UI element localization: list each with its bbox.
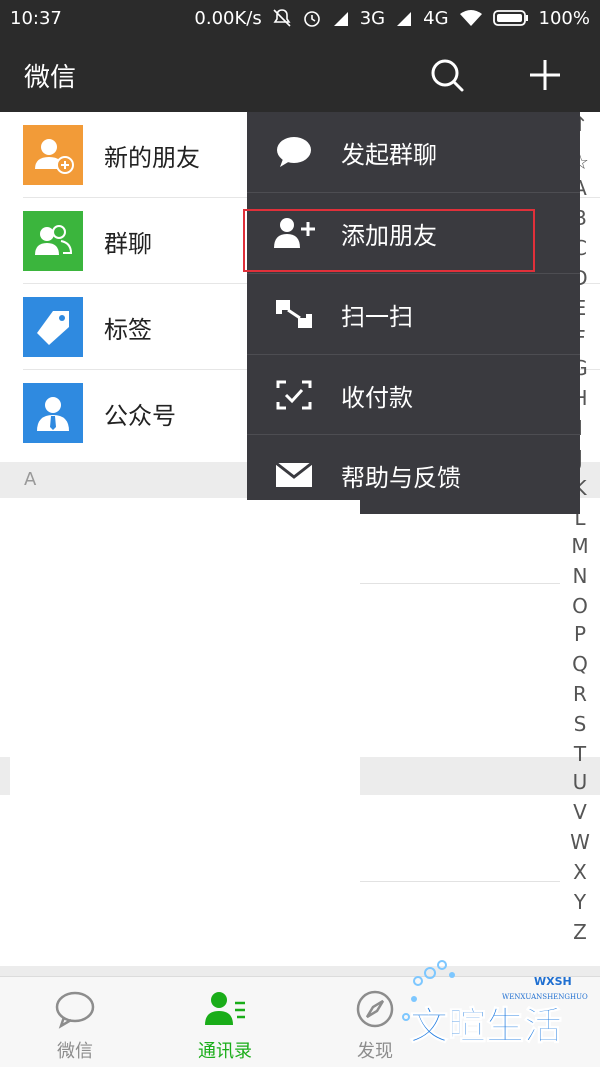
signal-icon-1 <box>332 10 350 26</box>
list-item-label: 群聊 <box>104 229 152 258</box>
menu-item-label: 发起群聊 <box>341 140 437 169</box>
row-separator <box>360 583 560 584</box>
list-item-label: 公众号 <box>104 401 176 430</box>
list-item-label: 新的朋友 <box>104 143 200 172</box>
index-letter[interactable]: R <box>568 682 592 706</box>
add-popup-menu: 发起群聊 添加朋友 扫一扫 收付款 帮助与反馈 <box>247 112 580 514</box>
index-letter[interactable]: S <box>568 712 592 736</box>
app-header: 微信 <box>0 36 600 112</box>
index-letter[interactable]: Y <box>568 890 592 914</box>
menu-item-scan[interactable]: 扫一扫 <box>247 274 580 354</box>
tab-label: 通讯录 <box>198 1041 252 1062</box>
net-speed: 0.00K/s <box>194 7 262 29</box>
status-bar: 10:37 0.00K/s 3G 4G 100% <box>0 0 600 36</box>
add-menu-button[interactable] <box>524 54 566 96</box>
menu-item-money[interactable]: 收付款 <box>247 355 580 435</box>
tab-label: 微信 <box>57 1041 93 1062</box>
payment-scan-icon <box>272 375 316 415</box>
popup-bottom-notch <box>247 500 360 514</box>
wifi-icon <box>459 9 483 27</box>
alarm-icon <box>302 8 322 28</box>
index-letter[interactable]: W <box>568 830 592 854</box>
group-chat-icon <box>23 211 83 271</box>
official-account-icon <box>23 383 83 443</box>
watermark-sub: WENXUANSHENGHUO <box>502 993 588 1001</box>
discover-compass-icon <box>353 987 397 1031</box>
index-letter[interactable]: T <box>568 742 592 766</box>
chat-bubble-icon <box>272 132 316 172</box>
signal-icon-2 <box>395 10 413 26</box>
index-letter[interactable]: X <box>568 860 592 884</box>
status-indicators: 0.00K/s 3G 4G 100% <box>194 8 590 29</box>
mute-icon <box>272 8 292 28</box>
battery-icon <box>492 9 529 27</box>
menu-item-label: 帮助与反馈 <box>341 463 461 492</box>
status-time: 10:37 <box>10 7 62 29</box>
index-letter[interactable]: Z <box>568 920 592 944</box>
menu-item-label: 扫一扫 <box>341 302 413 331</box>
battery-percent: 100% <box>538 7 590 29</box>
highlight-annotation <box>243 209 535 272</box>
index-letter[interactable]: P <box>568 622 592 646</box>
scan-icon <box>272 294 316 334</box>
watermark-logo: WXSH WENXUANSHENGHUO 文暄生活 <box>392 955 592 1055</box>
plus-icon <box>530 60 560 90</box>
page-title: 微信 <box>24 63 77 93</box>
watermark-badge: WXSH <box>534 975 572 988</box>
new-friend-icon <box>23 125 83 185</box>
index-letter[interactable]: M <box>568 534 592 558</box>
index-letter[interactable]: N <box>568 564 592 588</box>
index-letter[interactable]: U <box>568 770 592 794</box>
row-separator <box>360 881 560 882</box>
chat-tab-icon <box>53 987 97 1031</box>
tab-chats[interactable]: 微信 <box>15 987 135 1063</box>
tab-contacts[interactable]: 通讯录 <box>165 987 285 1063</box>
search-icon <box>431 59 464 92</box>
network-type-1: 3G <box>359 7 386 29</box>
index-letter[interactable]: V <box>568 800 592 824</box>
search-button[interactable] <box>426 54 468 96</box>
watermark-main: 文暄生活 <box>410 1004 562 1048</box>
contacts-tab-icon <box>203 987 247 1031</box>
menu-item-start-group-chat[interactable]: 发起群聊 <box>247 112 580 192</box>
tag-icon <box>23 297 83 357</box>
index-letter[interactable]: Q <box>568 652 592 676</box>
envelope-icon <box>272 455 316 495</box>
contact-rows-left <box>10 498 360 970</box>
index-letter[interactable]: O <box>568 594 592 618</box>
menu-item-label: 收付款 <box>341 383 413 412</box>
network-type-2: 4G <box>423 7 449 29</box>
list-item-label: 标签 <box>104 315 152 344</box>
